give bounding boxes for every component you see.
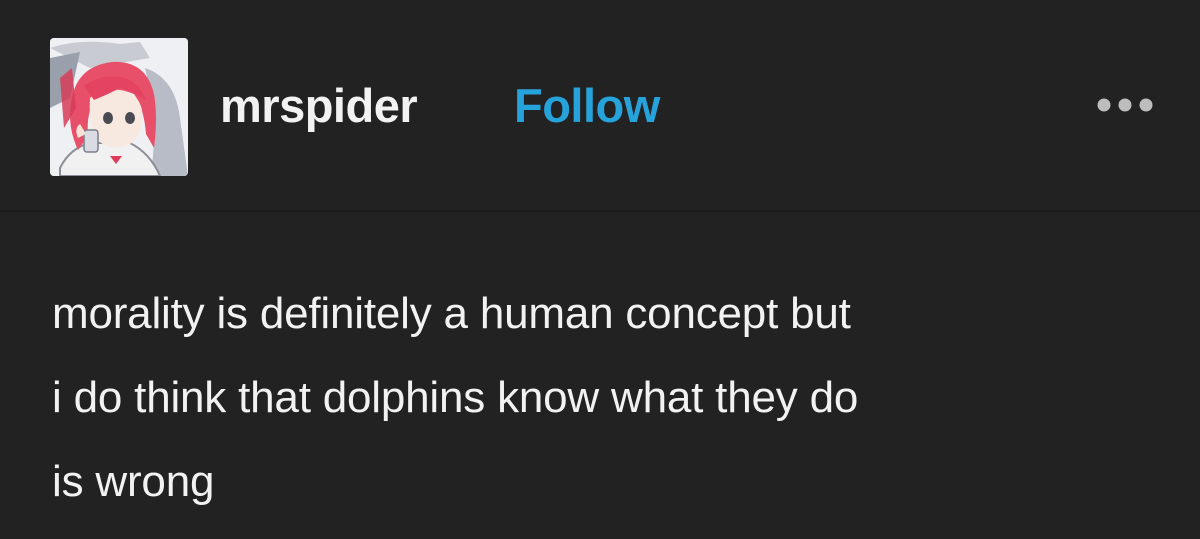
avatar[interactable]	[50, 38, 188, 176]
ellipsis-icon	[1097, 98, 1153, 112]
post-body-line: is wrong	[52, 457, 215, 506]
follow-button[interactable]: Follow	[514, 78, 660, 134]
author-username[interactable]: mrspider	[220, 78, 418, 134]
post-card: mrspider Follow morality is definitely a…	[0, 0, 1200, 539]
post-body-line: morality is definitely a human concept b…	[52, 289, 851, 338]
more-options-button[interactable]	[1090, 90, 1160, 120]
post-header: mrspider Follow	[0, 0, 1200, 212]
avatar-illustration-icon	[50, 38, 188, 176]
post-body-line: i do think that dolphins know what they …	[52, 373, 859, 422]
post-body: morality is definitely a human concept b…	[52, 272, 1162, 524]
